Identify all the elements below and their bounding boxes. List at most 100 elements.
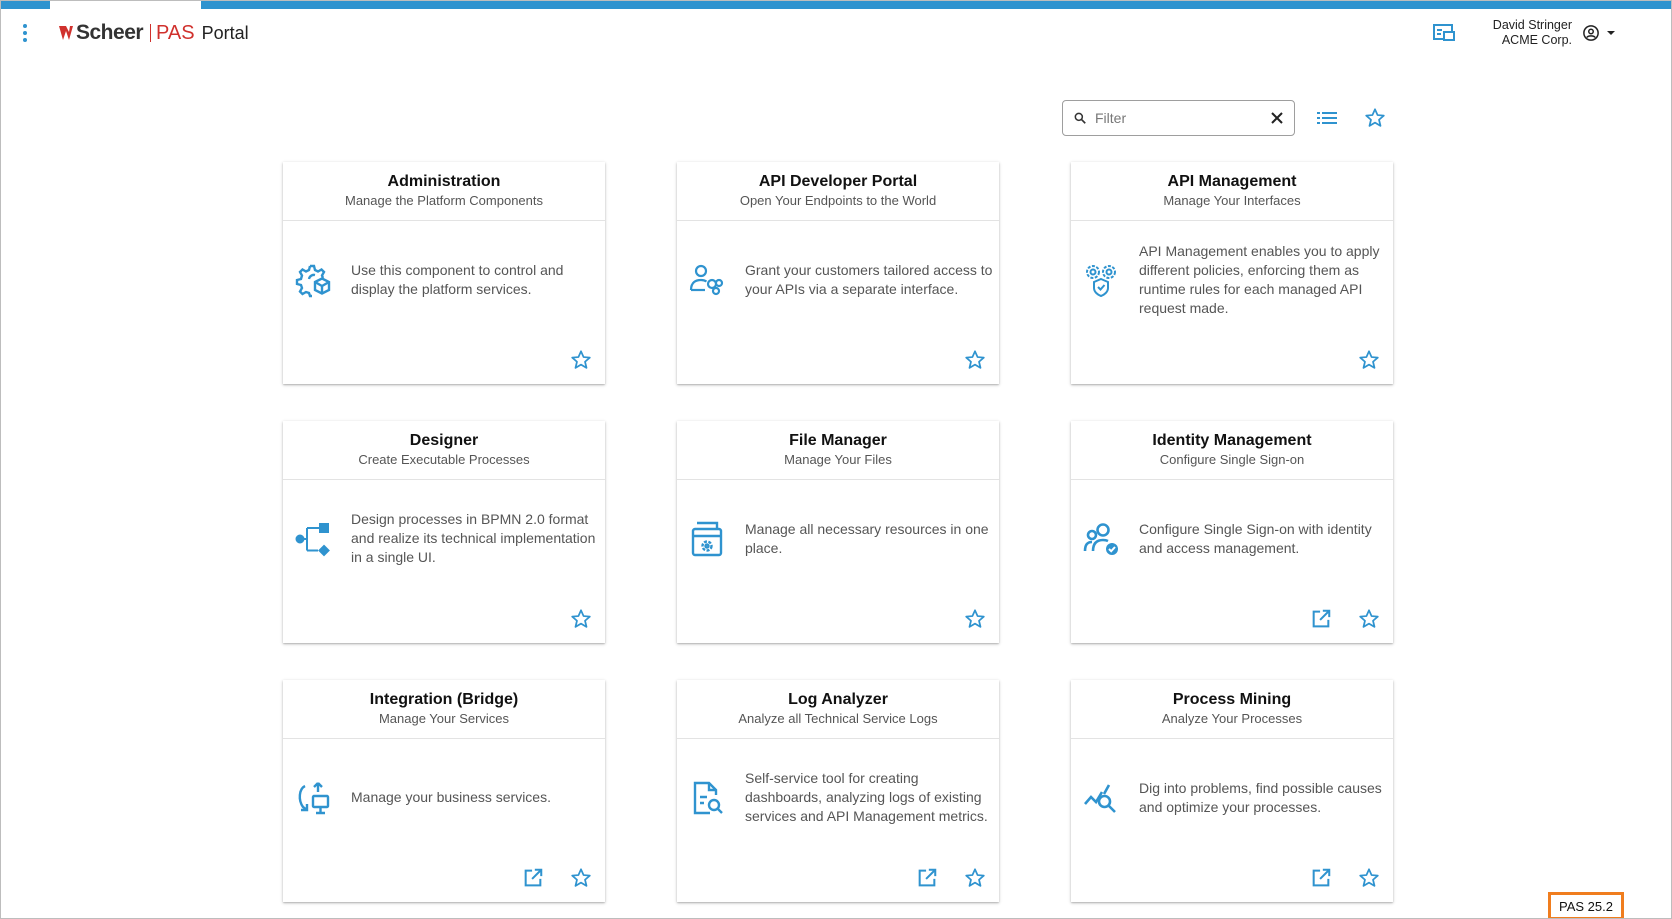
card-actions [939, 348, 987, 372]
brand-logo[interactable]: Scheer PAS Portal [58, 19, 249, 47]
scheer-logo-mark-icon [59, 26, 73, 40]
favorite-button[interactable] [569, 866, 593, 890]
favorite-button[interactable] [1357, 866, 1381, 890]
card-actions [545, 348, 593, 372]
open-external-button[interactable] [1309, 866, 1333, 890]
portal-window: Scheer PAS Portal David Stringer ACME Co… [0, 0, 1672, 919]
portal-toolbar [1062, 100, 1387, 136]
app-card-api-management[interactable]: API Management Manage Your Interfaces AP… [1071, 162, 1393, 384]
card-description: Grant your customers tailored access to … [745, 261, 993, 297]
card-description: Manage your business services. [351, 789, 551, 805]
star-outline-icon [571, 868, 591, 887]
card-title: File Manager [789, 432, 887, 449]
app-card-identity-management[interactable]: Identity Management Configure Single Sig… [1071, 421, 1393, 643]
card-header: Designer Create Executable Processes [283, 421, 605, 480]
star-outline-icon [965, 868, 985, 887]
card-body: Design processes in BPMN 2.0 format and … [283, 481, 605, 596]
open-in-new-icon [1312, 609, 1331, 628]
star-outline-icon [965, 609, 985, 628]
app-card-process-mining[interactable]: Process Mining Analyze Your Processes Di… [1071, 680, 1393, 902]
search-icon [1074, 112, 1086, 124]
card-description: Dig into problems, find possible causes … [1139, 779, 1382, 815]
favorite-button[interactable] [1357, 348, 1381, 372]
favorite-button[interactable] [963, 866, 987, 890]
user-info[interactable]: David Stringer ACME Corp. [1493, 18, 1572, 48]
more-vert-icon [23, 24, 27, 28]
users-shield-icon [1083, 522, 1118, 555]
card-actions [545, 607, 593, 631]
favorite-button[interactable] [569, 607, 593, 631]
gear-cube-icon [295, 264, 331, 297]
card-subtitle: Manage Your Services [378, 711, 510, 726]
open-external-button[interactable] [915, 866, 939, 890]
brand-product: PAS [156, 21, 195, 44]
favorite-button[interactable] [569, 348, 593, 372]
card-header: Process Mining Analyze Your Processes [1071, 680, 1393, 739]
app-card-file-manager[interactable]: File Manager Manage Your Files Manage al… [677, 421, 999, 643]
card-title: API Management [1167, 173, 1297, 190]
app-card-grid: Administration Manage the Platform Compo… [283, 162, 1393, 902]
filter-input[interactable] [1095, 110, 1270, 126]
card-subtitle: Manage Your Interfaces [1163, 193, 1301, 208]
card-subtitle: Manage Your Files [784, 452, 892, 467]
user-organization: ACME Corp. [1501, 33, 1572, 47]
card-body: Manage all necessary resources in one pl… [677, 481, 999, 596]
card-actions [497, 866, 593, 890]
favorite-button[interactable] [963, 348, 987, 372]
app-card-log-analyzer[interactable]: Log Analyzer Analyze all Technical Servi… [677, 680, 999, 902]
list-view-button[interactable] [1315, 106, 1339, 130]
card-title: Integration (Bridge) [369, 691, 519, 708]
card-view-button[interactable] [1431, 21, 1457, 45]
card-header: API Management Manage Your Interfaces [1071, 162, 1393, 221]
app-card-integration-bridge[interactable]: Integration (Bridge) Manage Your Service… [283, 680, 605, 902]
card-description: Configure Single Sign-on with identity a… [1139, 520, 1372, 556]
card-description: Manage all necessary resources in one pl… [745, 520, 989, 556]
favorite-button[interactable] [1357, 607, 1381, 631]
favorite-button[interactable] [963, 607, 987, 631]
user-name: David Stringer [1492, 18, 1572, 32]
card-header: Integration (Bridge) Manage Your Service… [283, 680, 605, 739]
card-title: Designer [409, 432, 479, 449]
star-outline-icon [1359, 350, 1379, 369]
card-body: Configure Single Sign-on with identity a… [1071, 481, 1393, 596]
card-body: Dig into problems, find possible causes … [1071, 740, 1393, 855]
active-tab-indicator [50, 1, 201, 9]
app-card-designer[interactable]: Designer Create Executable Processes Des… [283, 421, 605, 643]
clear-icon[interactable] [1270, 111, 1284, 125]
favorites-filter-button[interactable] [1363, 106, 1387, 130]
card-view-icon [1432, 24, 1455, 41]
card-description: Design processes in BPMN 2.0 format and … [351, 511, 596, 565]
card-description: Self-service tool for creating dashboard… [745, 770, 988, 824]
app-card-api-developer-portal[interactable]: API Developer Portal Open Your Endpoints… [677, 162, 999, 384]
card-actions [939, 607, 987, 631]
header-user-area: David Stringer ACME Corp. [1431, 15, 1616, 51]
card-actions [1285, 866, 1381, 890]
open-external-button[interactable] [1309, 607, 1333, 631]
card-header: File Manager Manage Your Files [677, 421, 999, 480]
user-gears-icon [689, 264, 724, 295]
star-outline-icon [571, 609, 591, 628]
brand-name: Scheer [76, 21, 144, 44]
card-body: Use this component to control and displa… [283, 222, 605, 337]
card-title: Log Analyzer [788, 691, 888, 708]
open-in-new-icon [918, 868, 937, 887]
card-subtitle: Analyze all Technical Service Logs [738, 711, 938, 726]
more-menu-button[interactable] [18, 19, 32, 47]
list-view-icon [1317, 112, 1337, 124]
open-external-button[interactable] [521, 866, 545, 890]
integration-bridge-icon [298, 781, 330, 814]
card-actions [1333, 348, 1381, 372]
star-outline-icon [1359, 868, 1379, 887]
card-header: Log Analyzer Analyze all Technical Servi… [677, 680, 999, 739]
gears-shield-icon [1086, 264, 1116, 297]
card-title: Administration [387, 173, 501, 190]
app-card-administration[interactable]: Administration Manage the Platform Compo… [283, 162, 605, 384]
card-title: Identity Management [1152, 432, 1312, 449]
card-subtitle: Configure Single Sign-on [1159, 452, 1305, 467]
filter-field[interactable] [1062, 100, 1295, 136]
account-circle-icon[interactable] [1582, 24, 1600, 42]
card-body: Manage your business services. [283, 740, 605, 855]
caret-down-icon[interactable] [1606, 28, 1616, 38]
star-outline-icon [1359, 609, 1379, 628]
open-in-new-icon [1312, 868, 1331, 887]
